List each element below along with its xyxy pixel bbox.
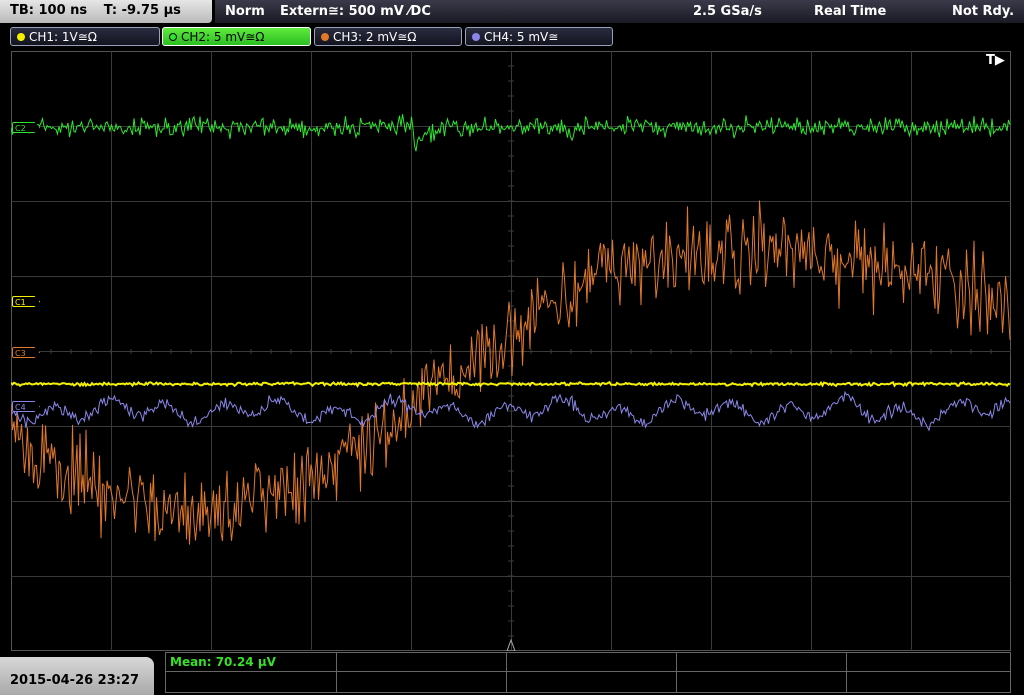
- channel-2-label: CH2: 5 mV≅Ω: [181, 30, 265, 44]
- acquisition-mode[interactable]: Real Time: [814, 4, 886, 19]
- timebase-box[interactable]: TB: 100 ns T: -9.75 µs: [0, 0, 212, 23]
- ready-status: Not Rdy.: [952, 4, 1015, 19]
- channel-3-marker-label: C3: [15, 349, 26, 358]
- date-time-text: 2015-04-26 23:27: [10, 673, 140, 688]
- measurement-mean: Mean: 70.24 µV: [170, 655, 276, 669]
- trigger-level-indicator[interactable]: T▶: [986, 53, 1005, 68]
- channel-1-marker-label: C1: [15, 298, 26, 307]
- measurement-table[interactable]: Mean: 70.24 µV: [165, 652, 1011, 693]
- channel-4-label: CH4: 5 mV≅: [484, 30, 559, 44]
- channel-3-dot-icon: [321, 33, 329, 41]
- timebase-value: TB: 100 ns: [10, 3, 88, 18]
- trigger-time-value: T: -9.75 µs: [103, 3, 181, 18]
- channel-4-marker-label: C4: [15, 403, 26, 412]
- table-divider: [846, 653, 847, 692]
- channel-1-dot-icon: [17, 33, 25, 41]
- trigger-mode[interactable]: Norm: [225, 4, 265, 19]
- channel-1-label: CH1: 1V≅Ω: [29, 30, 97, 44]
- channel-4-ground-marker[interactable]: C4: [12, 401, 40, 412]
- channel-2-dot-icon: [169, 33, 177, 41]
- table-divider: [506, 653, 507, 692]
- channel-1-trace: [11, 380, 1011, 388]
- channel-1-ground-marker[interactable]: C1: [12, 296, 40, 307]
- channel-4-dot-icon: [472, 33, 480, 41]
- sample-rate[interactable]: 2.5 GSa/s: [693, 4, 762, 19]
- top-status-bar: TB: 100 ns T: -9.75 µs Norm Extern≅: 500…: [0, 0, 1024, 24]
- channel-2-trace: [11, 114, 1011, 152]
- date-time-display: 2015-04-26 23:27: [0, 657, 154, 695]
- channel-2-ground-marker[interactable]: C2: [12, 122, 40, 133]
- table-divider: [336, 653, 337, 692]
- channel-bar: CH1: 1V≅Ω CH2: 5 mV≅Ω CH3: 2 mV≅Ω CH4: 5…: [0, 24, 1024, 48]
- table-row-divider: [166, 671, 1010, 672]
- trigger-source[interactable]: Extern≅: 500 mV ⁄DC: [280, 4, 431, 19]
- channel-1-button[interactable]: CH1: 1V≅Ω: [10, 27, 160, 46]
- channel-3-trace: [11, 200, 1011, 545]
- channel-2-marker-label: C2: [15, 124, 26, 133]
- channel-2-button[interactable]: CH2: 5 mV≅Ω: [162, 27, 311, 46]
- acquisition-info-bar[interactable]: Norm Extern≅: 500 mV ⁄DC 2.5 GSa/s Real …: [215, 0, 1024, 23]
- channel-4-button[interactable]: CH4: 5 mV≅: [465, 27, 613, 46]
- table-divider: [676, 653, 677, 692]
- channel-3-button[interactable]: CH3: 2 mV≅Ω: [314, 27, 462, 46]
- channel-3-ground-marker[interactable]: C3: [12, 347, 40, 358]
- channel-3-label: CH3: 2 mV≅Ω: [333, 30, 417, 44]
- waveform-display[interactable]: [11, 51, 1011, 651]
